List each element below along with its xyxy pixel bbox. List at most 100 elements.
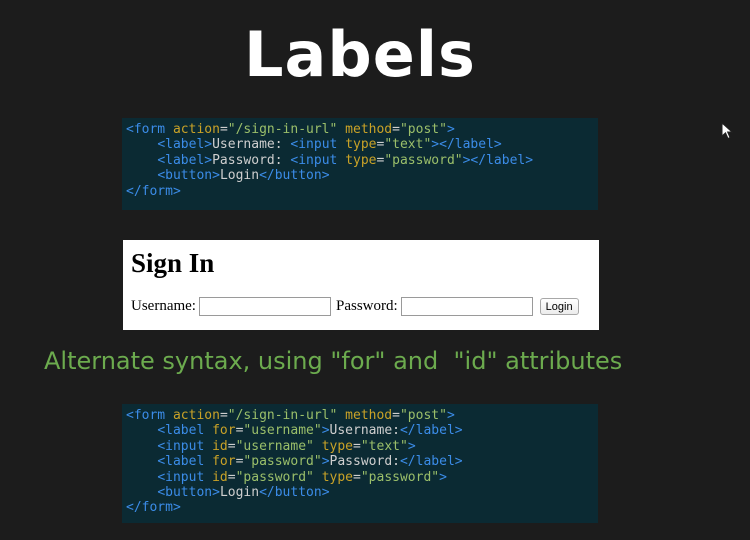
code-token: Username: [329, 423, 400, 439]
code-token: "/sign-in-url" [227, 408, 338, 423]
code-line: <input id="password" type="password"> [126, 470, 598, 485]
code-token: action [172, 122, 220, 137]
code-token: = [219, 122, 228, 137]
slide-title: Labels [244, 18, 476, 91]
presentation-slide: Labels <form action="/sign-in-url" metho… [0, 0, 750, 540]
code-token: type [321, 469, 354, 485]
code-token: "text" [360, 438, 408, 454]
password-input[interactable] [400, 297, 533, 316]
code-token: ></label> [431, 137, 502, 153]
code-token: "post" [399, 408, 447, 423]
code-line: <button>Login</button> [126, 168, 598, 183]
slide-subtitle: Alternate syntax, using "for" and "id" a… [44, 347, 623, 375]
code-token: method [345, 408, 393, 423]
code-token: "password" [384, 152, 463, 168]
code-token: </label> [399, 454, 463, 470]
code-token: <label> [157, 152, 213, 168]
code-token: "/sign-in-url" [227, 122, 338, 137]
code-token: </form> [126, 183, 181, 199]
login-button[interactable]: Login [539, 298, 579, 315]
code-token: > [439, 469, 447, 485]
code-token: = [227, 469, 236, 485]
code-token: Password: [212, 152, 291, 168]
code-token: ></label> [462, 152, 534, 168]
code-token: <button> [157, 168, 220, 184]
code-token: = [392, 408, 400, 423]
code-snippet-for-id: <form action="/sign-in-url" method="post… [122, 404, 598, 523]
code-token: = [227, 438, 236, 454]
code-token: method [345, 122, 393, 137]
code-token: </label> [399, 423, 463, 439]
code-token: type [321, 438, 354, 454]
code-token: "username" [235, 438, 314, 454]
code-token: </form> [126, 500, 181, 516]
preview-form-row: Username: Password: Login [131, 297, 579, 316]
preview-heading: Sign In [131, 248, 215, 278]
code-line: <button>Login</button> [126, 485, 598, 500]
code-token: "password" [235, 469, 314, 485]
code-token: type [345, 137, 377, 153]
code-token: Login [219, 168, 260, 184]
code-token: > [321, 454, 330, 470]
code-line: <label for="username">Username:</label> [126, 423, 598, 438]
code-token: <label> [157, 137, 213, 153]
code-token: = [353, 438, 361, 454]
code-token: type [345, 152, 377, 168]
code-token: = [219, 408, 228, 423]
username-label: Username: [131, 298, 196, 314]
code-token: for [212, 423, 236, 439]
code-token: <form [126, 122, 173, 137]
code-token: "password" [243, 454, 322, 470]
code-token: > [407, 438, 416, 454]
code-token: "post" [399, 122, 447, 137]
code-token: <button> [157, 484, 220, 500]
code-line: <label>Username: <input type="text"></la… [126, 137, 598, 152]
code-snippet-labels: <form action="/sign-in-url" method="post… [122, 118, 598, 210]
mouse-pointer-icon [721, 122, 734, 140]
code-token: action [172, 408, 220, 423]
code-line: <form action="/sign-in-url" method="post… [126, 408, 598, 423]
code-token: <label [157, 454, 213, 470]
password-label: Password: [335, 298, 398, 314]
code-token: > [446, 122, 455, 137]
code-token: "password" [360, 469, 440, 485]
code-line: </form> [126, 184, 598, 199]
code-token: Login [219, 484, 260, 500]
rendered-form-preview: Sign In Username: Password: Login [123, 240, 599, 330]
code-line: <input id="username" type="text"> [126, 439, 598, 454]
code-token: = [392, 122, 400, 137]
code-token: <label [157, 423, 213, 439]
code-line: <label>Password: <input type="password">… [126, 153, 598, 168]
code-token: <input [290, 137, 346, 153]
code-token: id [212, 438, 228, 454]
code-token: > [321, 423, 330, 439]
code-token: = [353, 469, 361, 485]
code-token: </button> [259, 484, 330, 500]
code-token: <input [157, 438, 213, 454]
code-token: > [446, 408, 455, 423]
code-token: Password: [329, 454, 400, 470]
code-line: <form action="/sign-in-url" method="post… [126, 122, 598, 137]
code-line: <label for="password">Password:</label> [126, 454, 598, 469]
code-token: <form [126, 408, 173, 423]
code-token: <input [157, 469, 213, 485]
code-line: </form> [126, 500, 598, 515]
username-input[interactable] [198, 297, 331, 316]
code-token: "username" [243, 423, 322, 439]
code-token: for [212, 454, 236, 470]
code-token: "text" [384, 137, 432, 153]
code-token: </button> [259, 168, 330, 184]
code-token: id [212, 469, 228, 485]
